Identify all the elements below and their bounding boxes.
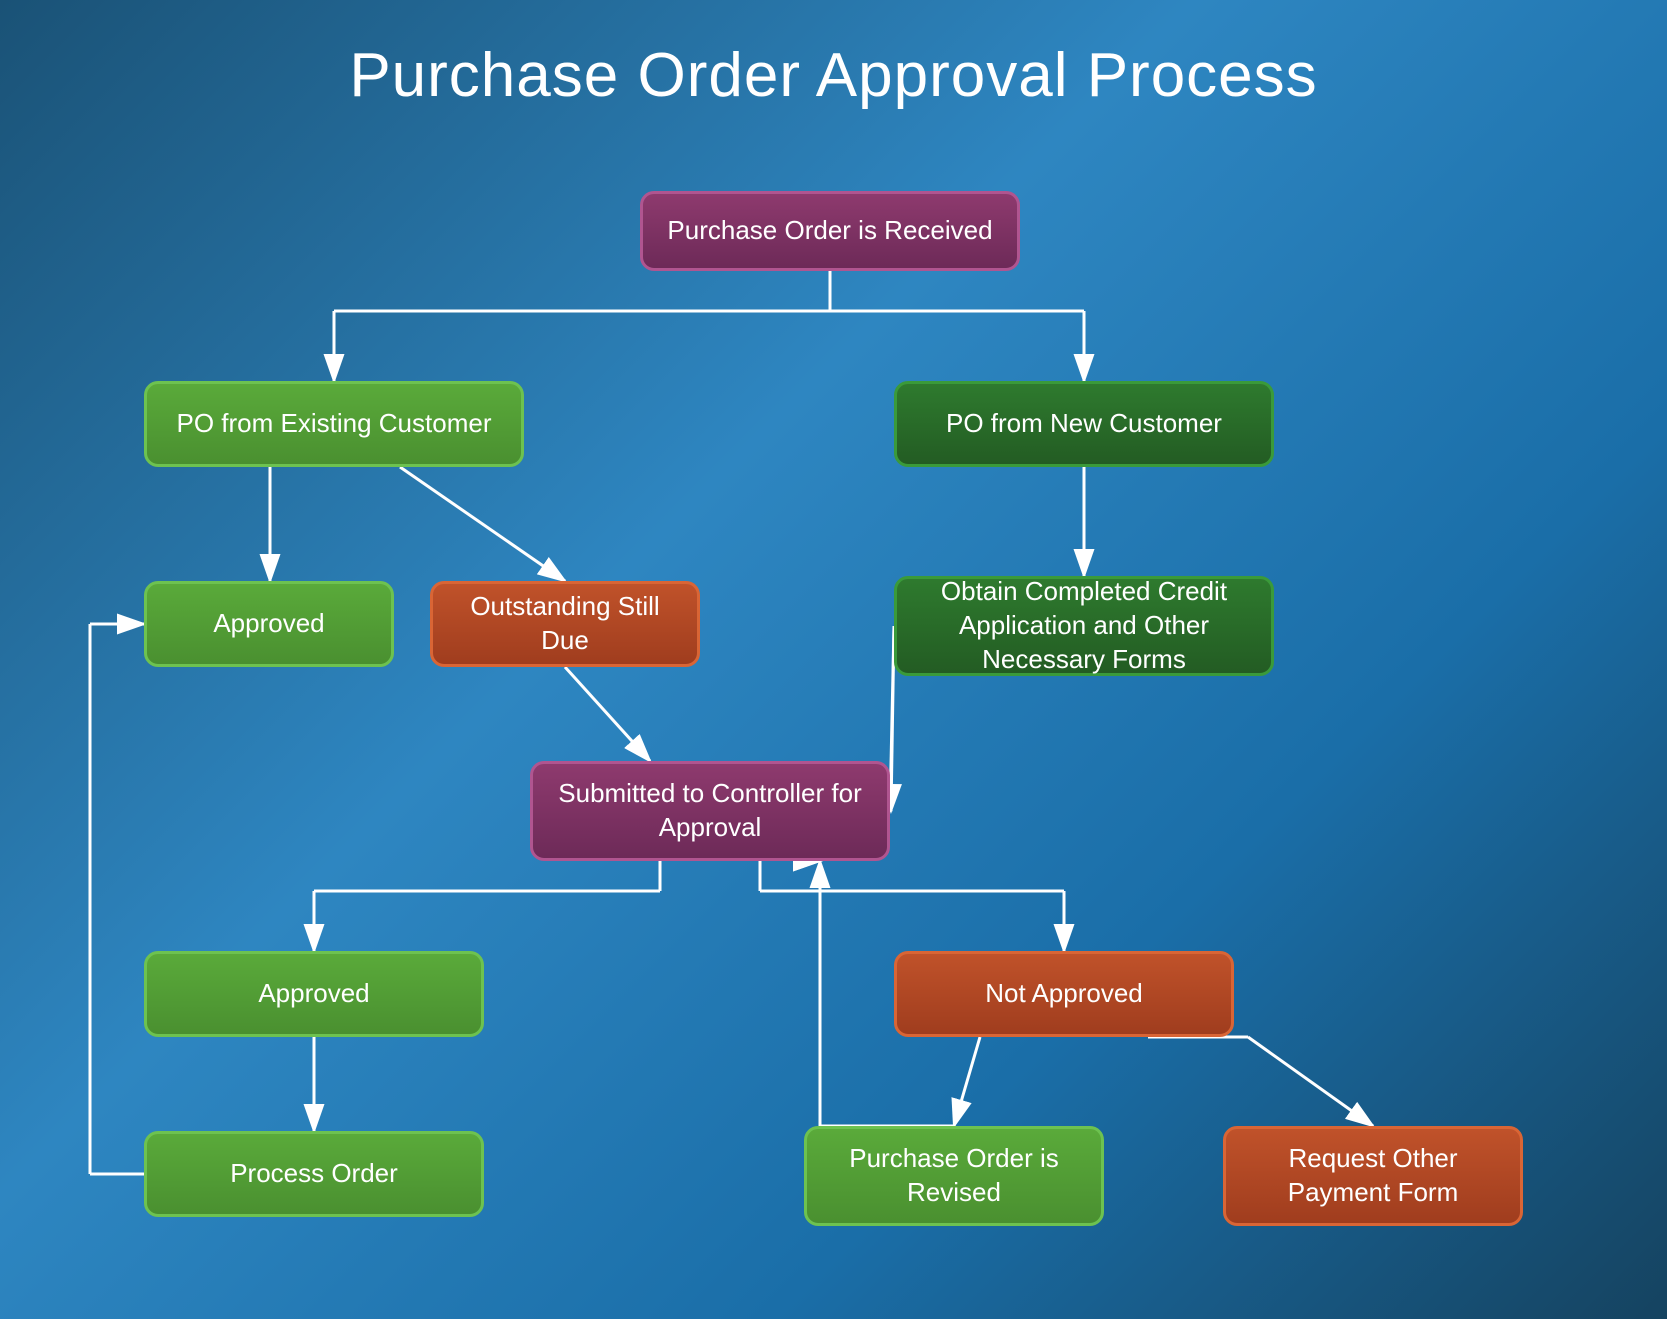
node-po-revised: Purchase Order is Revised (804, 1126, 1104, 1226)
node-outstanding: Outstanding Still Due (430, 581, 700, 667)
node-request-payment: Request Other Payment Form (1223, 1126, 1523, 1226)
node-credit: Obtain Completed Credit Application and … (894, 576, 1274, 676)
node-not-approved: Not Approved (894, 951, 1234, 1037)
node-po-new: PO from New Customer (894, 381, 1274, 467)
arrows-svg (0, 131, 1667, 1261)
node-submitted: Submitted to Controller for Approval (530, 761, 890, 861)
node-po-existing: PO from Existing Customer (144, 381, 524, 467)
node-po-received: Purchase Order is Received (640, 191, 1020, 271)
node-approved-2: Approved (144, 951, 484, 1037)
node-process-order: Process Order (144, 1131, 484, 1217)
title-area: Purchase Order Approval Process (0, 0, 1667, 131)
diagram-area: Purchase Order is Received PO from Exist… (0, 131, 1667, 1261)
node-approved-1: Approved (144, 581, 394, 667)
page-title: Purchase Order Approval Process (349, 41, 1317, 110)
